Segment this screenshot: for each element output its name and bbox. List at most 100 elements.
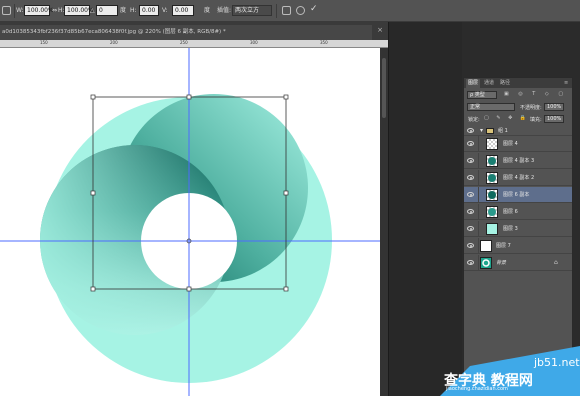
layer-thumbnail xyxy=(486,223,498,235)
layer-name: 图层 3 xyxy=(503,226,518,232)
layer-name: 图层 6 xyxy=(503,209,518,215)
fill-field[interactable]: 100% xyxy=(544,115,564,123)
opacity-field[interactable]: 100% xyxy=(544,103,564,111)
angle-unit: 度 xyxy=(120,7,127,14)
eye-icon[interactable] xyxy=(467,243,474,248)
layer-thumbnail xyxy=(480,257,492,269)
canvas-area xyxy=(0,48,388,396)
layer-name: 组 1 xyxy=(498,128,508,134)
expand-arrow-icon[interactable]: ▾ xyxy=(480,127,483,134)
layer-row[interactable]: 背景 ⌂ xyxy=(464,255,572,271)
layer-kind-filter[interactable]: ρ 类型 xyxy=(467,91,497,99)
lock-icons[interactable]: ▢ ✎ ✥ 🔒 xyxy=(484,115,529,121)
layer-thumbnail xyxy=(486,189,498,201)
interpolation-label: 插值: xyxy=(217,7,232,14)
watermark-url: jiaocheng.chazidian.com xyxy=(446,386,508,392)
skew-unit: 度 xyxy=(204,7,211,14)
row-divider xyxy=(478,187,479,203)
link-icon[interactable]: ⇔ xyxy=(52,4,57,17)
close-tab-icon[interactable]: × xyxy=(376,26,384,34)
tab-paths[interactable]: 路径 xyxy=(498,79,512,88)
tab-channels[interactable]: 通道 xyxy=(482,79,496,88)
layer-thumbnail xyxy=(480,240,492,252)
angle-field[interactable]: 0 xyxy=(96,5,118,16)
artwork xyxy=(0,48,380,396)
layer-name: 图层 4 xyxy=(503,141,518,147)
cancel-transform-icon[interactable] xyxy=(296,6,305,15)
document-tab[interactable]: a0d10385343fbf236f37d85b67eca806438f0f.j… xyxy=(0,25,372,40)
tab-layers[interactable]: 图层 xyxy=(466,79,481,88)
ruler-tick: 250 xyxy=(180,40,188,45)
folder-icon xyxy=(486,128,494,134)
eye-icon[interactable] xyxy=(467,192,474,197)
filter-icons[interactable]: ▣ ◎ T ◇ ▢ xyxy=(504,91,567,97)
eye-icon[interactable] xyxy=(467,226,474,231)
layer-thumbnail xyxy=(486,155,498,167)
lock-icon[interactable]: ⌂ xyxy=(554,259,558,266)
width-label: W: xyxy=(16,7,24,14)
v-skew-label: V: xyxy=(162,7,168,14)
horizontal-ruler: 150 200 250 300 350 xyxy=(0,40,388,48)
fill-label: 填充: xyxy=(530,117,542,123)
h-skew-field[interactable]: 0.00 xyxy=(139,5,159,16)
layer-row[interactable]: 图层 3 xyxy=(464,221,572,237)
transform-handle[interactable] xyxy=(283,94,289,100)
row-divider xyxy=(478,136,479,152)
ruler-tick: 200 xyxy=(110,40,118,45)
transform-handle[interactable] xyxy=(90,190,96,196)
eye-icon[interactable] xyxy=(467,209,474,214)
watermark: jb51.net 查字典 教程网 jiaocheng.chazidian.com xyxy=(440,338,580,396)
ruler-tick: 350 xyxy=(320,40,328,45)
v-skew-field[interactable]: 0.00 xyxy=(172,5,194,16)
panel-menu-icon[interactable]: ≡ xyxy=(562,79,570,88)
transform-handle[interactable] xyxy=(283,190,289,196)
eye-icon[interactable] xyxy=(467,260,474,265)
filter-row: ρ 类型 ▣ ◎ T ◇ ▢ xyxy=(464,90,572,100)
angle-icon: △ xyxy=(90,7,95,14)
layer-row[interactable]: 图层 4 副本 2 xyxy=(464,170,572,186)
row-divider xyxy=(478,255,479,271)
opacity-label: 不透明度: xyxy=(520,105,542,111)
interpolation-select[interactable]: 两次立方 xyxy=(232,5,272,16)
layer-group[interactable]: ▾ 组 1 xyxy=(464,126,572,136)
layer-name: 图层 6 副本 xyxy=(503,192,530,198)
separator xyxy=(276,4,277,18)
layer-row[interactable]: 图层 7 xyxy=(464,238,572,254)
width-field[interactable]: 100.00% xyxy=(24,5,54,16)
transform-handle[interactable] xyxy=(283,286,289,292)
eye-icon[interactable] xyxy=(467,141,474,146)
scroll-thumb[interactable] xyxy=(382,58,386,118)
options-bar: W: 100.00% ⇔ H: 100.00% △ 0 度 H: 0.00 V:… xyxy=(0,0,580,22)
layer-thumbnail xyxy=(486,206,498,218)
vertical-scrollbar[interactable] xyxy=(380,48,388,396)
layer-row[interactable]: 图层 4 副本 3 xyxy=(464,153,572,169)
transform-handle[interactable] xyxy=(186,94,192,100)
layer-row[interactable]: 图层 4 xyxy=(464,136,572,152)
row-divider xyxy=(478,238,479,254)
transform-handle[interactable] xyxy=(90,94,96,100)
commit-transform-icon[interactable]: ✓ xyxy=(310,3,318,16)
layer-row[interactable]: 图层 6 xyxy=(464,204,572,220)
eye-icon[interactable] xyxy=(467,175,474,180)
layer-name: 图层 4 副本 2 xyxy=(503,175,535,181)
watermark-site-top: jb51.net xyxy=(534,356,580,369)
row-divider xyxy=(478,204,479,220)
blend-mode-select[interactable]: 正常 xyxy=(467,103,515,111)
document-canvas[interactable] xyxy=(0,48,380,396)
panel-tabs: 图层 通道 路径 ≡ xyxy=(464,78,572,88)
row-divider xyxy=(478,170,479,186)
layer-row-selected[interactable]: 图层 6 副本 xyxy=(464,187,572,203)
layer-thumbnail xyxy=(486,172,498,184)
layer-name: 图层 4 副本 3 xyxy=(503,158,535,164)
lock-row: 锁定: ▢ ✎ ✥ 🔒 填充: 100% xyxy=(464,114,572,124)
eye-icon[interactable] xyxy=(467,158,474,163)
height-field[interactable]: 100.00% xyxy=(64,5,94,16)
warp-icon[interactable] xyxy=(282,6,291,15)
blend-row: 正常 不透明度: 100% xyxy=(464,102,572,112)
eye-icon[interactable] xyxy=(467,128,474,133)
reference-point-icon[interactable] xyxy=(2,6,11,15)
lock-label: 锁定: xyxy=(468,117,480,123)
layer-name: 背景 xyxy=(496,260,507,266)
transform-handle[interactable] xyxy=(186,286,192,292)
transform-handle[interactable] xyxy=(90,286,96,292)
